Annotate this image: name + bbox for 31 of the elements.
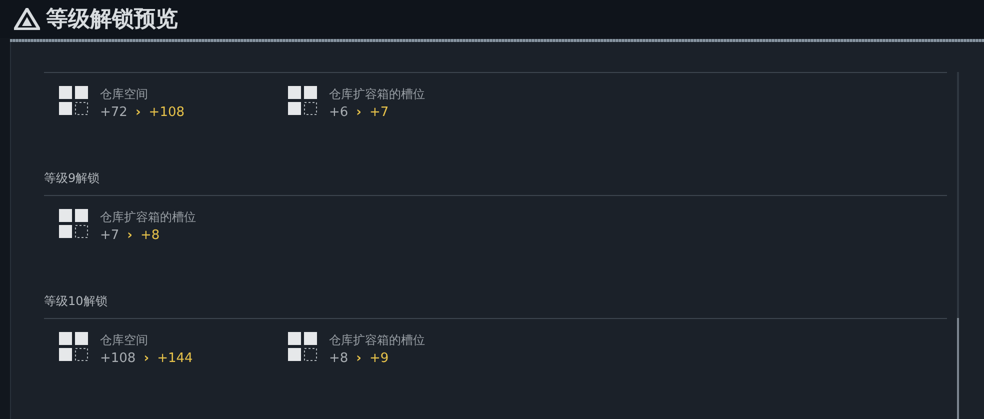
arrow-glyph: › [356, 351, 362, 366]
level-heading: 等级10解锁 [44, 293, 108, 310]
old-value: +8 [329, 351, 348, 366]
old-value: +7 [100, 228, 120, 243]
scrollbar-track[interactable] [957, 72, 959, 419]
new-value: +8 [140, 228, 160, 243]
triangle-logo-icon [14, 8, 40, 30]
new-value: +7 [370, 105, 389, 120]
arrow-glyph: › [144, 351, 150, 366]
new-value: +144 [157, 351, 193, 366]
unlock-name: 仓库扩容箱的槽位 [100, 209, 196, 226]
unlock-name: 仓库扩容箱的槽位 [329, 332, 425, 349]
old-value: +108 [100, 351, 136, 366]
scrollbar-thumb[interactable] [957, 318, 959, 419]
storage-grid-icon [288, 332, 318, 362]
page-title: 等级解锁预览 [46, 6, 178, 34]
storage-grid-icon [288, 86, 318, 116]
storage-grid-icon [59, 332, 89, 362]
storage-grid-icon [59, 209, 89, 239]
unlock-name: 仓库空间 [100, 332, 149, 349]
new-value: +108 [148, 105, 185, 120]
arrow-glyph: › [127, 228, 133, 243]
unlock-name: 仓库扩容箱的槽位 [329, 86, 425, 103]
old-value: +6 [329, 105, 348, 120]
old-value: +72 [100, 105, 128, 120]
storage-grid-icon [59, 86, 89, 116]
unlock-name: 仓库空间 [100, 86, 149, 103]
arrow-glyph: › [135, 105, 141, 120]
new-value: +9 [370, 351, 389, 366]
arrow-glyph: › [356, 105, 362, 120]
level-heading: 等级9解锁 [44, 170, 101, 187]
